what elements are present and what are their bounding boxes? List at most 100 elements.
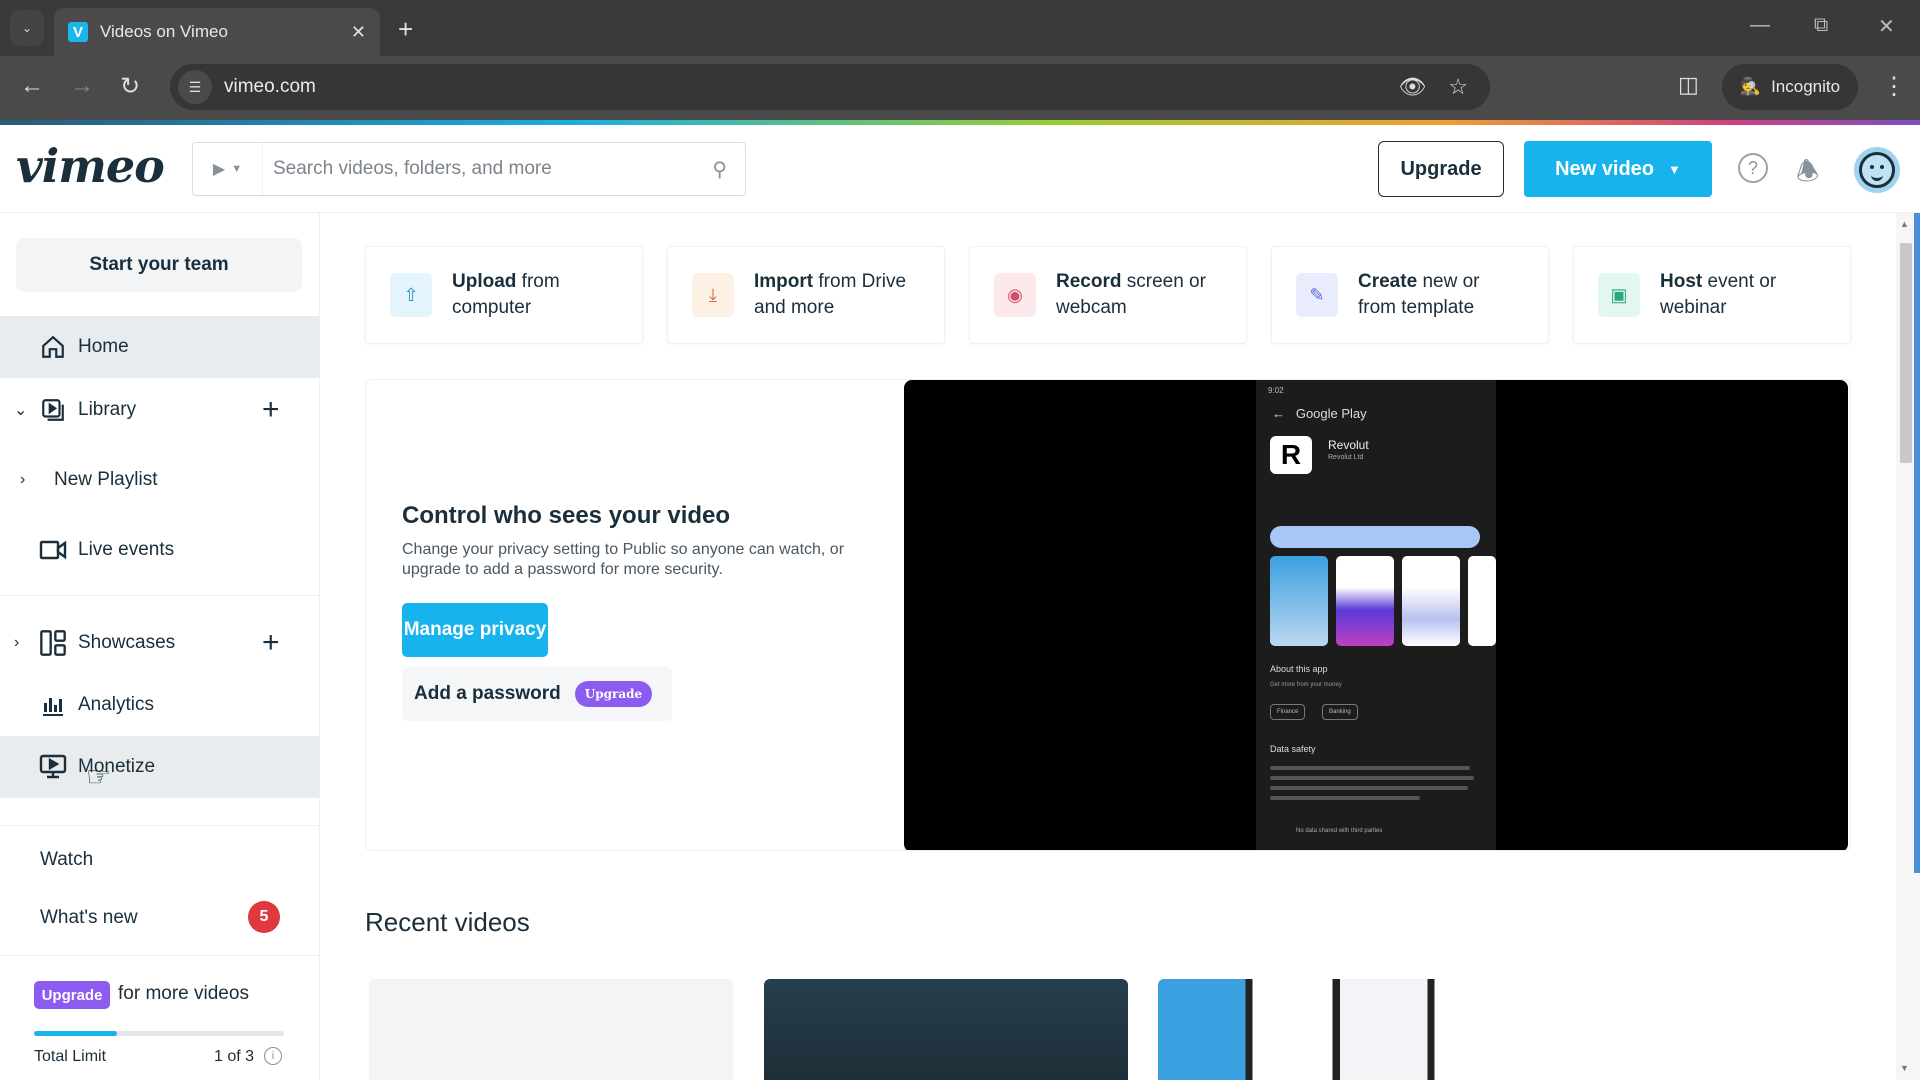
divider bbox=[0, 955, 320, 956]
scroll-edge bbox=[1914, 213, 1920, 873]
url-text[interactable]: vimeo.com bbox=[224, 76, 1398, 98]
phone-status-bar: 9:02 bbox=[1268, 386, 1284, 395]
chevron-right-icon[interactable]: › bbox=[14, 634, 19, 652]
upgrade-badge: Upgrade bbox=[574, 681, 653, 707]
chevron-down-icon: ▼ bbox=[1668, 161, 1681, 177]
incognito-badge[interactable]: 🕵 Incognito bbox=[1722, 64, 1858, 110]
sidebar-item-analytics[interactable]: Analytics bbox=[0, 674, 320, 736]
reload-icon[interactable]: ↻ bbox=[120, 72, 140, 101]
add-password-label: Add a password bbox=[414, 683, 561, 704]
add-password-button[interactable]: Add a password Upgrade bbox=[402, 667, 672, 721]
search-icon[interactable]: ⚲ bbox=[712, 157, 727, 182]
text-line bbox=[1270, 776, 1474, 780]
sidebar-item-label: Showcases bbox=[78, 632, 176, 653]
action-card-label: Record screen or webcam bbox=[1056, 271, 1206, 318]
tab-list-button[interactable]: ⌄ bbox=[10, 10, 44, 46]
divider bbox=[0, 825, 320, 826]
chevron-down-icon: ▼ bbox=[231, 163, 243, 175]
star-icon[interactable]: ☆ bbox=[1448, 74, 1468, 100]
recent-videos-heading: Recent videos bbox=[365, 907, 530, 937]
library-icon: ▶︎ bbox=[212, 161, 226, 178]
sidebar-item-label: Library bbox=[78, 399, 137, 420]
side-panel-icon[interactable]: ◫ bbox=[1678, 72, 1699, 98]
new-video-button[interactable]: New video ▼ bbox=[1524, 141, 1712, 197]
upgrade-button[interactable]: Upgrade bbox=[1378, 141, 1504, 197]
video-thumbnail[interactable] bbox=[1158, 979, 1522, 1080]
showcases-icon bbox=[38, 628, 68, 658]
action-card-upload[interactable]: ⇧ Upload from computer bbox=[365, 246, 643, 344]
info-icon[interactable]: i bbox=[264, 1047, 282, 1065]
browser-tab-bar: ⌄ V Videos on Vimeo ✕ + — ⧉ ✕ bbox=[0, 0, 1920, 56]
hand-cursor-icon: ☞ bbox=[86, 761, 112, 792]
phone-screen-recording: 9:02 ← Google Play R Revolut Revolut Ltd… bbox=[1256, 380, 1496, 850]
restore-icon[interactable]: ⧉ bbox=[1814, 14, 1828, 37]
promo-title: Control who sees your video bbox=[402, 502, 731, 529]
bell-icon[interactable]: 🕭 bbox=[1796, 153, 1819, 197]
close-icon[interactable]: ✕ bbox=[351, 22, 366, 43]
start-team-button[interactable]: Start your team bbox=[16, 238, 302, 292]
scroll-down-icon[interactable]: ▼ bbox=[1900, 1063, 1909, 1073]
eye-off-icon[interactable]: 👁 bbox=[1398, 74, 1426, 100]
minimize-icon[interactable]: — bbox=[1750, 14, 1770, 37]
divider bbox=[0, 595, 320, 596]
action-card-import[interactable]: ⤓ Import from Drive and more bbox=[667, 246, 945, 344]
search-input[interactable] bbox=[263, 158, 713, 180]
action-card-record[interactable]: ◉ Record screen or webcam bbox=[969, 246, 1247, 344]
chevron-down-icon: ⌄ bbox=[21, 21, 33, 35]
manage-privacy-button[interactable]: Manage privacy bbox=[402, 603, 548, 657]
help-icon[interactable]: ? bbox=[1738, 153, 1768, 183]
sidebar-item-home[interactable]: Home bbox=[0, 316, 320, 378]
site-info-icon[interactable]: ☰ bbox=[178, 70, 212, 104]
sidebar-item-label: Home bbox=[78, 336, 129, 357]
more-menu-icon[interactable]: ⋮ bbox=[1882, 72, 1906, 101]
main-content: ⇧ Upload from computer ⤓ Import from Drive an… bbox=[321, 213, 1896, 1080]
sidebar-item-label: New Playlist bbox=[54, 469, 158, 490]
app-screenshot bbox=[1468, 556, 1496, 646]
action-card-create[interactable]: ✎ Create new or from template bbox=[1271, 246, 1549, 344]
address-bar[interactable]: ☰ vimeo.com 👁 ☆ bbox=[170, 64, 1490, 110]
upgrade-chip[interactable]: Upgrade bbox=[34, 981, 110, 1009]
sidebar-item-whats-new[interactable]: What's new bbox=[40, 907, 138, 929]
window-close-icon[interactable]: ✕ bbox=[1878, 14, 1895, 39]
new-tab-icon[interactable]: + bbox=[398, 14, 413, 45]
sidebar-item-showcases[interactable]: › Showcases + bbox=[0, 612, 320, 674]
scroll-thumb[interactable] bbox=[1900, 243, 1912, 463]
sidebar-item-watch[interactable]: Watch bbox=[40, 849, 93, 871]
analytics-icon bbox=[38, 690, 68, 720]
forward-icon[interactable]: → bbox=[70, 72, 94, 100]
sidebar-item-library[interactable]: ⌄ Library + bbox=[0, 379, 320, 441]
add-folder-icon[interactable]: + bbox=[262, 393, 280, 427]
vimeo-favicon-icon: V bbox=[68, 22, 88, 42]
data-shared-text: No data shared with third parties bbox=[1296, 828, 1383, 834]
total-limit-label: Total Limit bbox=[34, 1048, 107, 1065]
browser-tab[interactable]: V Videos on Vimeo ✕ bbox=[54, 8, 380, 56]
install-button bbox=[1270, 526, 1480, 548]
category-chip: Banking bbox=[1322, 704, 1358, 720]
site-header: vimeo ▶︎ ▼ ⚲ Upgrade New video ▼ ? 🕭 bbox=[0, 125, 1920, 213]
chevron-down-icon[interactable]: ⌄ bbox=[14, 400, 27, 420]
video-thumbnail[interactable] bbox=[369, 979, 733, 1080]
vimeo-logo[interactable]: vimeo bbox=[16, 139, 165, 193]
text-line bbox=[1270, 786, 1468, 790]
upgrade-text: for more videos bbox=[118, 983, 249, 1004]
add-showcase-icon[interactable]: + bbox=[262, 626, 280, 660]
sidebar-item-monetize[interactable]: Monetize bbox=[0, 736, 320, 798]
sidebar-item-live-events[interactable]: Live events bbox=[0, 519, 320, 581]
edit-template-icon: ✎ bbox=[1296, 273, 1338, 317]
app-screenshot bbox=[1270, 556, 1328, 646]
chevron-right-icon[interactable]: › bbox=[20, 471, 25, 489]
library-icon bbox=[38, 395, 68, 425]
back-icon[interactable]: ← bbox=[20, 72, 44, 100]
page-scrollbar[interactable]: ▲ ▼ bbox=[1896, 213, 1920, 1080]
sidebar-item-new-playlist[interactable]: › New Playlist bbox=[0, 449, 320, 511]
avatar[interactable] bbox=[1854, 147, 1900, 193]
progress-fill bbox=[34, 1031, 118, 1036]
video-thumbnail[interactable] bbox=[764, 979, 1128, 1080]
revolut-app-icon: R bbox=[1270, 436, 1312, 474]
app-name: Revolut bbox=[1328, 438, 1369, 452]
promo-video-player[interactable]: 9:02 ← Google Play R Revolut Revolut Ltd… bbox=[904, 380, 1848, 850]
search-scope-dropdown[interactable]: ▶︎ ▼ bbox=[193, 143, 263, 195]
browser-toolbar: ← → ↻ ☰ vimeo.com 👁 ☆ ◫ 🕵 Incognito ⋮ bbox=[0, 56, 1920, 120]
action-card-host[interactable]: ▣ Host event or webinar bbox=[1573, 246, 1851, 344]
scroll-up-icon[interactable]: ▲ bbox=[1900, 219, 1909, 229]
